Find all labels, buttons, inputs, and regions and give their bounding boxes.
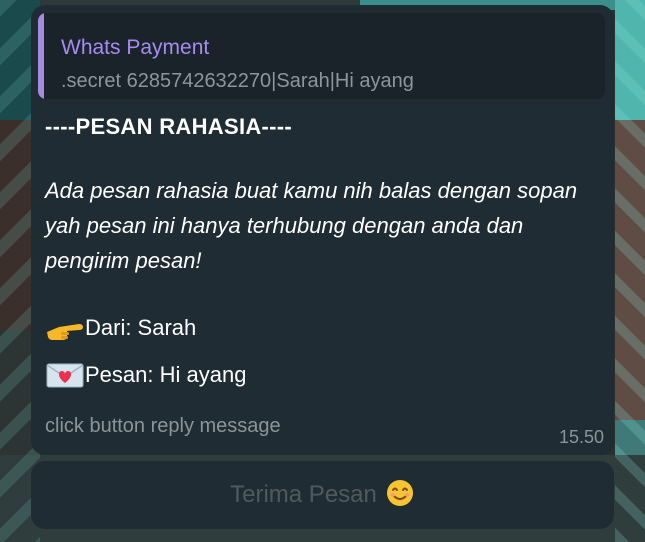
reply-button-label: Terima Pesan <box>230 481 377 508</box>
quoted-message[interactable]: Whats Payment .secret 6285742632270|Sara… <box>38 13 605 99</box>
heart-letter-icon <box>45 361 85 389</box>
from-label: Dari: Sarah <box>85 315 197 340</box>
from-line: Dari: Sarah <box>45 314 196 342</box>
message-bubble[interactable]: Whats Payment .secret 6285742632270|Sara… <box>31 5 614 455</box>
smiling-face-icon <box>385 478 415 513</box>
quote-text: .secret 6285742632270|Sarah|Hi ayang <box>61 70 414 92</box>
message-line: Pesan: Hi ayang <box>45 361 246 389</box>
pointing-hand-icon <box>45 314 85 342</box>
terima-pesan-button[interactable]: Terima Pesan <box>31 461 614 529</box>
quote-accent-bar <box>38 13 44 99</box>
quote-sender: Whats Payment <box>61 36 210 59</box>
message-label: Pesan: Hi ayang <box>85 362 247 387</box>
message-headline: ----PESAN RAHASIA---- <box>45 114 293 139</box>
message-time: 15.50 <box>558 427 604 447</box>
message-body: Ada pesan rahasia buat kamu nih balas de… <box>45 178 578 273</box>
message-footer: click button reply message <box>45 415 281 437</box>
